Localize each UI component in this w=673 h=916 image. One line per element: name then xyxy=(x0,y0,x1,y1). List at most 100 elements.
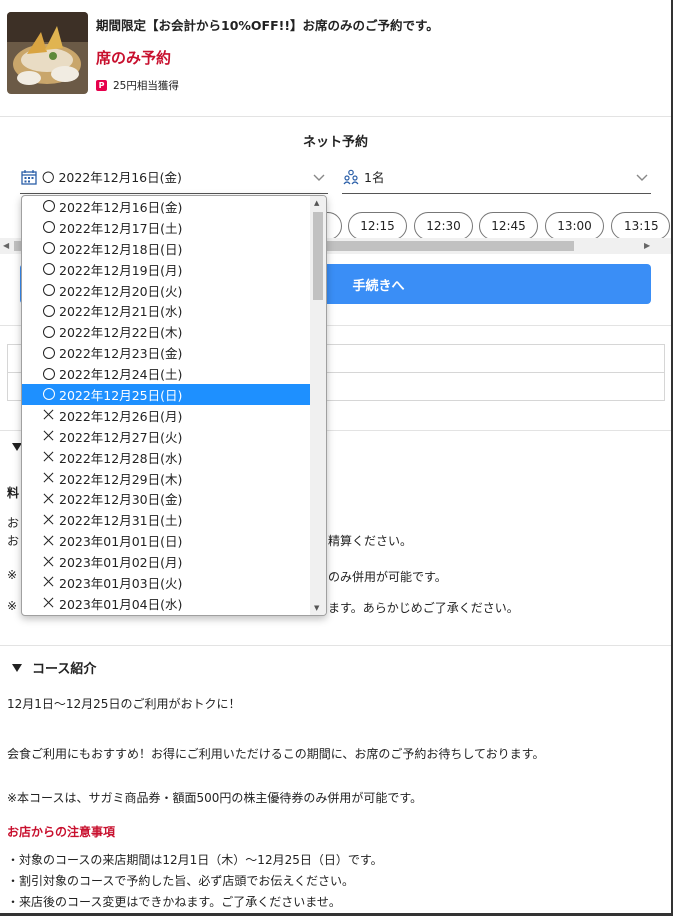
course-title: 席のみ予約 xyxy=(96,49,172,67)
chevron-down-icon xyxy=(636,174,648,181)
vertical-scrollbar[interactable]: ▲ ▼ xyxy=(310,196,326,615)
time-slot[interactable]: 12:45 xyxy=(479,212,538,240)
available-circle-icon xyxy=(42,367,56,381)
date-option-label: 2022年12月27日(火) xyxy=(59,429,183,445)
available-circle-icon xyxy=(42,220,56,234)
date-option-label: 2022年12月23日(金) xyxy=(59,346,183,362)
date-option-label: 2022年12月25日(日) xyxy=(59,387,183,403)
date-option-label: 2022年12月30日(金) xyxy=(59,492,183,508)
intro-line: ※本コースは、サガミ商品券・額面500円の株主優待券のみ併用が可能です。 xyxy=(7,791,423,805)
scroll-left-icon[interactable]: ◀ xyxy=(3,241,9,250)
date-option[interactable]: 2022年12月24日(土) xyxy=(22,363,311,384)
date-option[interactable]: 2022年12月20日(火) xyxy=(22,280,311,301)
price-line-fragment: お xyxy=(7,516,20,530)
unavailable-cross-icon xyxy=(42,575,56,589)
divider xyxy=(0,645,673,646)
date-option-label: 2022年12月24日(土) xyxy=(59,367,183,383)
unavailable-cross-icon xyxy=(42,555,56,569)
available-circle-icon xyxy=(42,199,56,213)
time-slot[interactable]: 13:15 xyxy=(611,212,670,240)
date-option-label: 2023年01月04日(水) xyxy=(59,596,183,612)
date-option-label: 2022年12月28日(水) xyxy=(59,450,183,466)
date-option[interactable]: 2022年12月30日(金) xyxy=(22,488,311,509)
proceed-label: 手続きへ xyxy=(352,278,405,294)
available-circle-icon xyxy=(42,304,56,318)
notice-item: ・割引対象のコースで予約した旨、必ず店頭でお伝えください。 xyxy=(7,874,355,888)
time-slot[interactable]: 12:15 xyxy=(348,212,407,240)
date-option[interactable]: 2022年12月27日(火) xyxy=(22,426,311,447)
intro-line: 12月1日～12月25日のご利用がおトクに！ xyxy=(7,697,241,711)
points-row: P 25円相当獲得 xyxy=(96,78,179,93)
points-text: 25円相当獲得 xyxy=(113,80,179,92)
date-option[interactable]: 2022年12月18日(日) xyxy=(22,238,311,259)
date-option-label: 2022年12月31日(土) xyxy=(59,513,183,529)
note-tail: のみ併用が可能です。 xyxy=(328,570,447,584)
price-line-fragment: お xyxy=(7,534,20,548)
date-option[interactable]: 2022年12月28日(水) xyxy=(22,447,311,468)
date-option-label: 2022年12月18日(日) xyxy=(59,241,183,257)
available-circle-icon xyxy=(42,241,56,255)
calendar-icon xyxy=(20,168,38,186)
date-option[interactable]: 2022年12月29日(木) xyxy=(22,468,311,489)
date-option[interactable]: 2022年12月19日(月) xyxy=(22,259,311,280)
date-option[interactable]: 2023年01月02日(月) xyxy=(22,551,311,572)
intro-line: 会食ご利用にもおすすめ！お得にご利用いただけるこの期間に、お席のご予約お待ちして… xyxy=(7,747,545,761)
date-option[interactable]: 2022年12月22日(木) xyxy=(22,321,311,342)
date-option[interactable]: 2022年12月17日(土) xyxy=(22,217,311,238)
promo-text: 期間限定【お会計から10%OFF!!】お席のみのご予約です。 xyxy=(96,18,439,33)
date-option-label: 2022年12月20日(火) xyxy=(59,283,183,299)
note-tail: ます。あらかじめご了承ください。 xyxy=(328,601,519,615)
note-fragment: ※ xyxy=(7,599,18,613)
date-option-label: 2022年12月26日(月) xyxy=(59,408,183,424)
notice-item: ・対象のコースの来店期間は12月1日（木）～12月25日（日）です。 xyxy=(7,853,383,867)
people-select[interactable]: 1名 xyxy=(342,160,651,194)
notice-item: ・来店後のコース変更はできかねます。ご了承くださいませ。 xyxy=(7,895,341,909)
course-intro-heading: コース紹介 xyxy=(32,662,97,677)
note-fragment: ※ xyxy=(7,568,18,582)
available-circle-icon xyxy=(42,325,56,339)
unavailable-cross-icon xyxy=(42,596,56,610)
date-option[interactable]: 2022年12月26日(月) xyxy=(22,405,311,426)
people-count: 1名 xyxy=(364,170,385,185)
unavailable-cross-icon xyxy=(42,492,56,506)
date-select[interactable]: 〇 2022年12月16日(金) xyxy=(20,160,328,194)
points-icon: P xyxy=(96,80,107,91)
date-option-label: 2022年12月16日(金) xyxy=(59,199,183,215)
unavailable-cross-icon xyxy=(42,408,56,422)
reservation-title: ネット予約 xyxy=(302,135,368,150)
date-option-label: 2023年01月02日(月) xyxy=(59,555,183,571)
people-icon xyxy=(342,168,360,186)
date-option[interactable]: 2023年01月03日(火) xyxy=(22,572,311,593)
available-circle-icon xyxy=(42,283,56,297)
price-head-fragment: 料 xyxy=(7,486,20,500)
notice-heading: お店からの注意事項 xyxy=(7,825,116,839)
unavailable-cross-icon xyxy=(42,429,56,443)
page: 期間限定【お会計から10%OFF!!】お席のみのご予約です。 席のみ予約 P 2… xyxy=(0,0,673,916)
scroll-thumb[interactable] xyxy=(313,212,323,300)
collapse-triangle-icon xyxy=(12,663,22,672)
time-slot[interactable]: 13:00 xyxy=(545,212,604,240)
course-thumbnail xyxy=(7,12,88,94)
available-circle-icon xyxy=(42,387,56,401)
unavailable-cross-icon xyxy=(42,471,56,485)
selected-date: 〇 2022年12月16日(金) xyxy=(42,170,182,185)
date-option-label: 2022年12月22日(木) xyxy=(59,325,183,341)
date-option[interactable]: 2022年12月21日(水) xyxy=(22,300,311,321)
date-option[interactable]: 2022年12月23日(金) xyxy=(22,342,311,363)
date-dropdown[interactable]: 2022年12月16日(金) 2022年12月17日(土) 2022年12月18日(… xyxy=(21,195,327,616)
divider xyxy=(0,116,673,117)
chevron-down-icon xyxy=(313,174,325,181)
date-option[interactable]: 2022年12月25日(日) xyxy=(22,384,311,405)
date-option[interactable]: 2023年01月01日(日) xyxy=(22,530,311,551)
date-option[interactable]: 2022年12月31日(土) xyxy=(22,509,311,530)
available-circle-icon xyxy=(42,262,56,276)
course-intro-head[interactable]: コース紹介 xyxy=(12,658,96,677)
time-slot[interactable]: 12:30 xyxy=(414,212,473,240)
date-option-label: 2022年12月17日(土) xyxy=(59,220,183,236)
scroll-down-icon[interactable]: ▼ xyxy=(314,604,319,612)
unavailable-cross-icon xyxy=(42,534,56,548)
date-option[interactable]: 2023年01月04日(水) xyxy=(22,593,311,614)
scroll-up-icon[interactable]: ▲ xyxy=(314,199,319,207)
date-option[interactable]: 2022年12月16日(金) xyxy=(22,196,311,217)
scroll-right-icon[interactable]: ▶ xyxy=(644,241,650,250)
